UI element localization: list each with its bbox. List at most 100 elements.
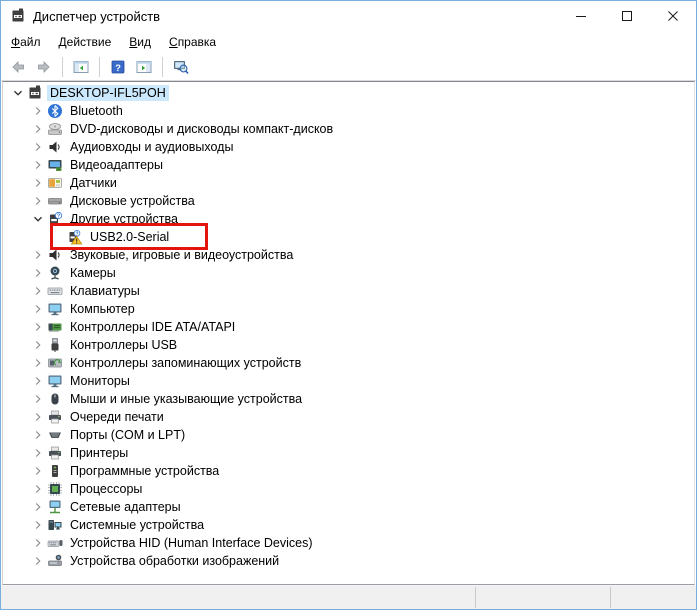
tree-item-label: Принтеры (70, 446, 129, 460)
tree-item[interactable]: DESKTOP-IFL5POH (3, 84, 694, 102)
monitor-icon (47, 301, 63, 317)
toolbar-separator (62, 56, 63, 77)
tree-item[interactable]: Камеры (3, 264, 694, 282)
tree-item[interactable]: Дисковые устройства (3, 192, 694, 210)
tree-item-label: Камеры (70, 266, 116, 280)
chevron-collapsed-icon[interactable] (29, 157, 47, 173)
scan-hardware-changes-button[interactable] (168, 55, 194, 79)
chevron-collapsed-icon[interactable] (29, 427, 47, 443)
monitor-icon (47, 373, 63, 389)
tree-item-label: Порты (COM и LPT) (70, 428, 186, 442)
chevron-collapsed-icon[interactable] (29, 175, 47, 191)
help-button[interactable] (105, 55, 131, 79)
chevron-collapsed-icon[interactable] (29, 355, 47, 371)
tree-item[interactable]: Контроллеры IDE ATA/ATAPI (3, 318, 694, 336)
chevron-collapsed-icon[interactable] (29, 193, 47, 209)
tree-item[interactable]: Контроллеры USB (3, 336, 694, 354)
tree-item[interactable]: Устройства обработки изображений (3, 552, 694, 570)
tree-item[interactable]: Компьютер (3, 300, 694, 318)
tree-item-label: DVD-дисководы и дисководы компакт-дисков (70, 122, 334, 136)
tree-item[interactable]: Очереди печати (3, 408, 694, 426)
tree-item[interactable]: Звуковые, игровые и видеоустройства (3, 246, 694, 264)
minimize-icon (576, 9, 586, 24)
menu-file[interactable]: Файл (2, 32, 50, 52)
tree-item[interactable]: Bluetooth (3, 102, 694, 120)
tree-item[interactable]: Аудиовходы и аудиовыходы (3, 138, 694, 156)
tree-item-label: Bluetooth (70, 104, 123, 118)
device-manager-icon[interactable] (10, 8, 26, 24)
tree-item[interactable]: Мониторы (3, 372, 694, 390)
bluetooth-icon (47, 103, 63, 119)
chevron-collapsed-icon[interactable] (29, 247, 47, 263)
status-bar (1, 585, 696, 609)
menu-view[interactable]: Вид (120, 32, 160, 52)
menu-bar: Файл Действие Вид Справка (1, 31, 696, 53)
status-separator (475, 587, 476, 608)
device-manager-icon (27, 85, 43, 101)
tree-item[interactable]: Принтеры (3, 444, 694, 462)
forward-button[interactable] (31, 55, 57, 79)
tree-item[interactable]: Датчики (3, 174, 694, 192)
maximize-button[interactable] (604, 1, 650, 31)
show-action-pane-button[interactable] (131, 55, 157, 79)
tree-item[interactable]: DVD-дисководы и дисководы компакт-дисков (3, 120, 694, 138)
tree-item[interactable]: Другие устройства (3, 210, 694, 228)
toolbar (1, 53, 696, 81)
tree-item[interactable]: Видеоадаптеры (3, 156, 694, 174)
chevron-collapsed-icon[interactable] (29, 481, 47, 497)
tree-item-label: Аудиовходы и аудиовыходы (70, 140, 234, 154)
tree-item-label: Датчики (70, 176, 117, 190)
chevron-collapsed-icon[interactable] (29, 409, 47, 425)
tree-item[interactable]: Сетевые адаптеры (3, 498, 694, 516)
chevron-collapsed-icon[interactable] (29, 463, 47, 479)
chevron-collapsed-icon[interactable] (29, 373, 47, 389)
chevron-collapsed-icon[interactable] (29, 103, 47, 119)
tree-item[interactable]: Программные устройства (3, 462, 694, 480)
hid-icon (47, 535, 63, 551)
chevron-collapsed-icon[interactable] (29, 445, 47, 461)
chevron-expanded-icon[interactable] (29, 211, 47, 227)
action-pane-icon (136, 59, 152, 75)
close-button[interactable] (650, 1, 696, 31)
tree-item[interactable]: Системные устройства (3, 516, 694, 534)
chevron-collapsed-icon[interactable] (29, 139, 47, 155)
chevron-collapsed-icon[interactable] (29, 517, 47, 533)
chevron-collapsed-icon[interactable] (29, 265, 47, 281)
network-adapter-icon (47, 499, 63, 515)
menu-action[interactable]: Действие (50, 32, 121, 52)
chevron-collapsed-icon[interactable] (29, 301, 47, 317)
tree-item-label: Мониторы (70, 374, 130, 388)
tree-item[interactable]: Мыши и иные указывающие устройства (3, 390, 694, 408)
chevron-collapsed-icon[interactable] (29, 337, 47, 353)
menu-help[interactable]: Справка (160, 32, 225, 52)
keyboard-icon (47, 283, 63, 299)
tree-item-label: Другие устройства (70, 212, 178, 226)
back-button[interactable] (5, 55, 31, 79)
software-device-icon (47, 463, 63, 479)
chevron-collapsed-icon[interactable] (29, 319, 47, 335)
tree-item-label: Устройства HID (Human Interface Devices) (70, 536, 313, 550)
device-manager-window: Диспетчер устройств Файл Действие Вид Справ… (0, 0, 697, 610)
chevron-expanded-icon[interactable] (9, 85, 27, 101)
tree-item[interactable]: USB2.0-Serial (3, 228, 694, 246)
unknown-device-icon (47, 211, 63, 227)
tree-item[interactable]: Клавиатуры (3, 282, 694, 300)
tree-item[interactable]: Процессоры (3, 480, 694, 498)
chevron-collapsed-icon[interactable] (29, 391, 47, 407)
tree-item-label: Клавиатуры (70, 284, 140, 298)
disc-drive-icon (47, 121, 63, 137)
chevron-collapsed-icon[interactable] (29, 499, 47, 515)
chevron-collapsed-icon[interactable] (29, 535, 47, 551)
show-console-tree-button[interactable] (68, 55, 94, 79)
close-icon (668, 9, 678, 24)
tree-item[interactable]: Контроллеры запоминающих устройств (3, 354, 694, 372)
tree-item-label: Дисковые устройства (70, 194, 195, 208)
chevron-collapsed-icon[interactable] (29, 553, 47, 569)
tree-item[interactable]: Порты (COM и LPT) (3, 426, 694, 444)
chevron-collapsed-icon[interactable] (29, 121, 47, 137)
minimize-button[interactable] (558, 1, 604, 31)
chevron-collapsed-icon[interactable] (29, 283, 47, 299)
tree-item-label: Контроллеры USB (70, 338, 178, 352)
toolbar-separator (162, 56, 163, 77)
tree-item[interactable]: Устройства HID (Human Interface Devices) (3, 534, 694, 552)
